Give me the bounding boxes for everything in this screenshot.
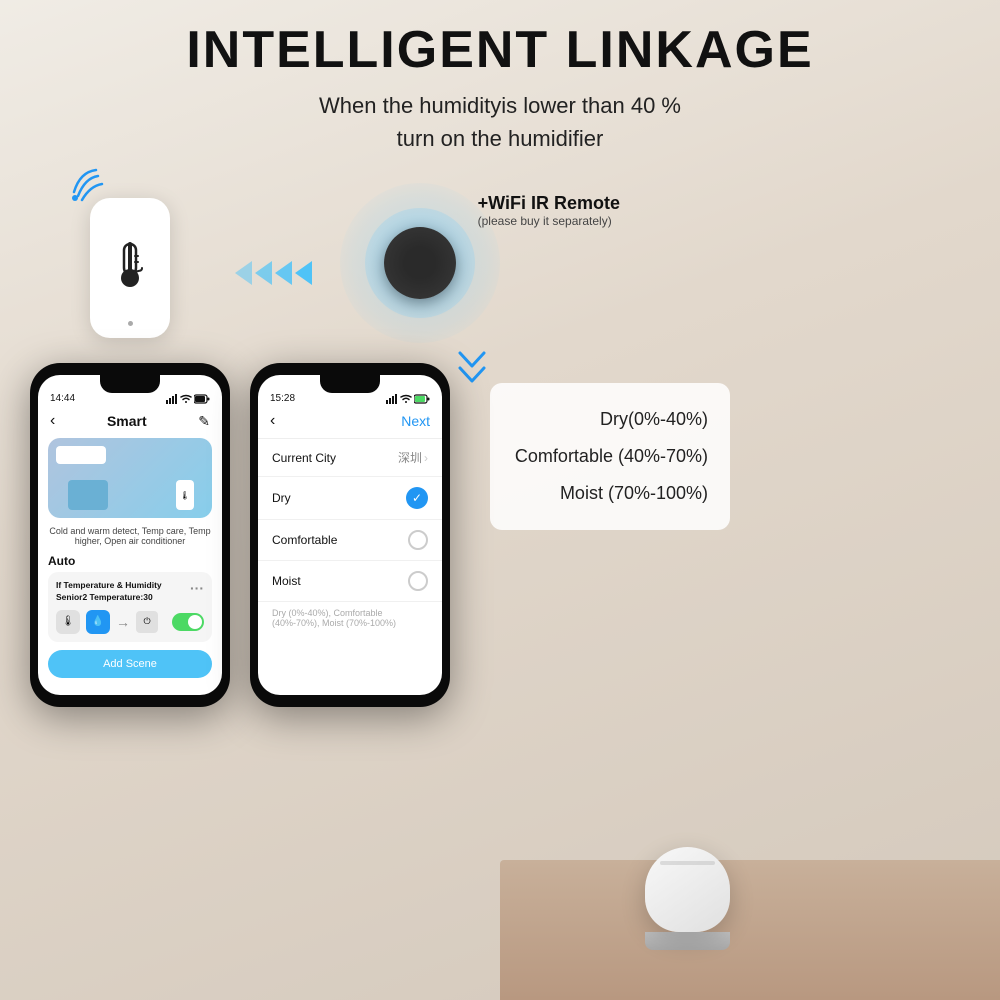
phone-2-screen: 15:28 ‹ Next Current City 深圳 › <box>258 375 442 695</box>
arrow-section <box>230 253 320 293</box>
phone2-back-icon[interactable]: ‹ <box>270 412 275 430</box>
header: INTELLIGENT LINKAGE When the humidityis … <box>0 0 1000 163</box>
dry-check-icon: ✓ <box>406 487 428 509</box>
sensor-dot <box>128 321 133 326</box>
subtitle-line2: turn on the humidifier <box>20 122 980 155</box>
phone-1-notch <box>100 375 160 393</box>
phone-2-notch <box>320 375 380 393</box>
ac-unit <box>56 446 106 464</box>
comfortable-radio[interactable] <box>408 530 428 550</box>
current-city-text: 深圳 <box>398 449 422 466</box>
phone1-auto-label: Auto <box>38 550 222 570</box>
phone1-caption: Cold and warm detect, Temp care, Temp hi… <box>38 522 222 550</box>
moist-radio[interactable] <box>408 571 428 591</box>
temp-icon-box: 🌡 <box>56 610 80 634</box>
humidity-level-1: Dry(0%-40%) <box>512 401 708 438</box>
ir-circle-mid <box>365 208 475 318</box>
phone2-time: 15:28 <box>270 393 295 404</box>
phone2-status-icons <box>386 394 430 404</box>
dry-row[interactable]: Dry ✓ <box>258 477 442 520</box>
smart-speaker <box>645 847 730 950</box>
phone2-next-button[interactable]: Next <box>401 413 430 429</box>
current-city-label: Current City <box>272 451 336 465</box>
ir-remote-label: +WiFi IR Remote (please buy it separatel… <box>478 193 620 228</box>
current-city-value: 深圳 › <box>398 449 428 466</box>
phone1-time: 14:44 <box>50 393 75 404</box>
phone1-nav-title: Smart <box>107 413 147 429</box>
ir-circle-inner <box>384 227 456 299</box>
add-scene-button[interactable]: Add Scene <box>48 650 212 678</box>
signal-icon-2 <box>386 394 398 404</box>
sensor-device <box>60 178 170 338</box>
ir-circle-outer <box>340 183 500 343</box>
battery-icon-2 <box>414 394 430 404</box>
sensor-body <box>90 198 170 338</box>
subtitle: When the humidityis lower than 40 % turn… <box>20 89 980 155</box>
speaker-ring <box>660 861 715 865</box>
wifi-status-icon-2 <box>400 394 412 404</box>
moist-label: Moist <box>272 574 301 588</box>
sensor-small: 🌡 <box>176 480 194 510</box>
comfortable-row[interactable]: Comfortable <box>258 520 442 561</box>
speaker-body <box>645 847 730 932</box>
ir-remote-title: +WiFi IR Remote <box>478 193 620 214</box>
current-city-row[interactable]: Current City 深圳 › <box>258 439 442 477</box>
phone-1: 14:44 ‹ Smart ✎ 🌡 Cold and warm d <box>30 363 230 707</box>
phone1-auto-title-text: If Temperature & Humidity Senior2 Temper… <box>56 580 190 604</box>
edit-icon[interactable]: ✎ <box>198 413 210 430</box>
dry-label: Dry <box>272 491 291 505</box>
more-options-icon[interactable]: ··· <box>190 580 204 604</box>
humidity-info-panel: Dry(0%-40%) Comfortable (40%-70%) Moist … <box>490 383 730 530</box>
phone1-auto-icons: 🌡 💧 → ⏻ <box>56 610 204 634</box>
comfortable-label: Comfortable <box>272 533 337 547</box>
ir-remote-section: +WiFi IR Remote (please buy it separatel… <box>340 183 500 343</box>
phone1-status-icons <box>166 394 210 404</box>
chevron-right-icon: › <box>424 451 428 465</box>
bottom-section: 14:44 ‹ Smart ✎ 🌡 Cold and warm d <box>0 343 1000 707</box>
bed-area <box>68 480 108 510</box>
phone-1-screen: 14:44 ‹ Smart ✎ 🌡 Cold and warm d <box>38 375 222 695</box>
ir-remote-sublabel: (please buy it separately) <box>478 214 620 228</box>
humidity-level-2: Comfortable (40%-70%) <box>512 438 708 475</box>
main-title: INTELLIGENT LINKAGE <box>20 22 980 79</box>
phone1-automation-card: If Temperature & Humidity Senior2 Temper… <box>48 572 212 642</box>
phone1-room-image: 🌡 <box>48 438 212 518</box>
back-arrow-icon[interactable]: ‹ <box>50 412 55 430</box>
arrows-svg <box>230 253 320 293</box>
phone2-nav: ‹ Next <box>258 408 442 439</box>
subtitle-line1: When the humidityis lower than 40 % <box>20 89 980 122</box>
moist-row[interactable]: Moist <box>258 561 442 602</box>
thermometer-icon <box>110 236 150 301</box>
battery-icon <box>194 394 210 404</box>
outlet-icon-box: ⏻ <box>136 611 158 633</box>
speaker-base <box>645 932 730 950</box>
phone1-nav: ‹ Smart ✎ <box>38 408 222 434</box>
phone-2: 15:28 ‹ Next Current City 深圳 › <box>250 363 450 707</box>
humidity-level-3: Moist (70%-100%) <box>512 475 708 512</box>
humidity-icon-box: 💧 <box>86 610 110 634</box>
flow-arrow-icon: → <box>116 614 130 630</box>
toggle-switch[interactable] <box>172 613 204 631</box>
table-surface <box>500 860 1000 1000</box>
middle-section: +WiFi IR Remote (please buy it separatel… <box>0 163 1000 343</box>
humidity-hint: Dry (0%-40%), Comfortable (40%-70%), Moi… <box>258 602 442 634</box>
signal-icon <box>166 394 178 404</box>
wifi-status-icon <box>180 394 192 404</box>
phone1-auto-title: If Temperature & Humidity Senior2 Temper… <box>56 580 204 604</box>
